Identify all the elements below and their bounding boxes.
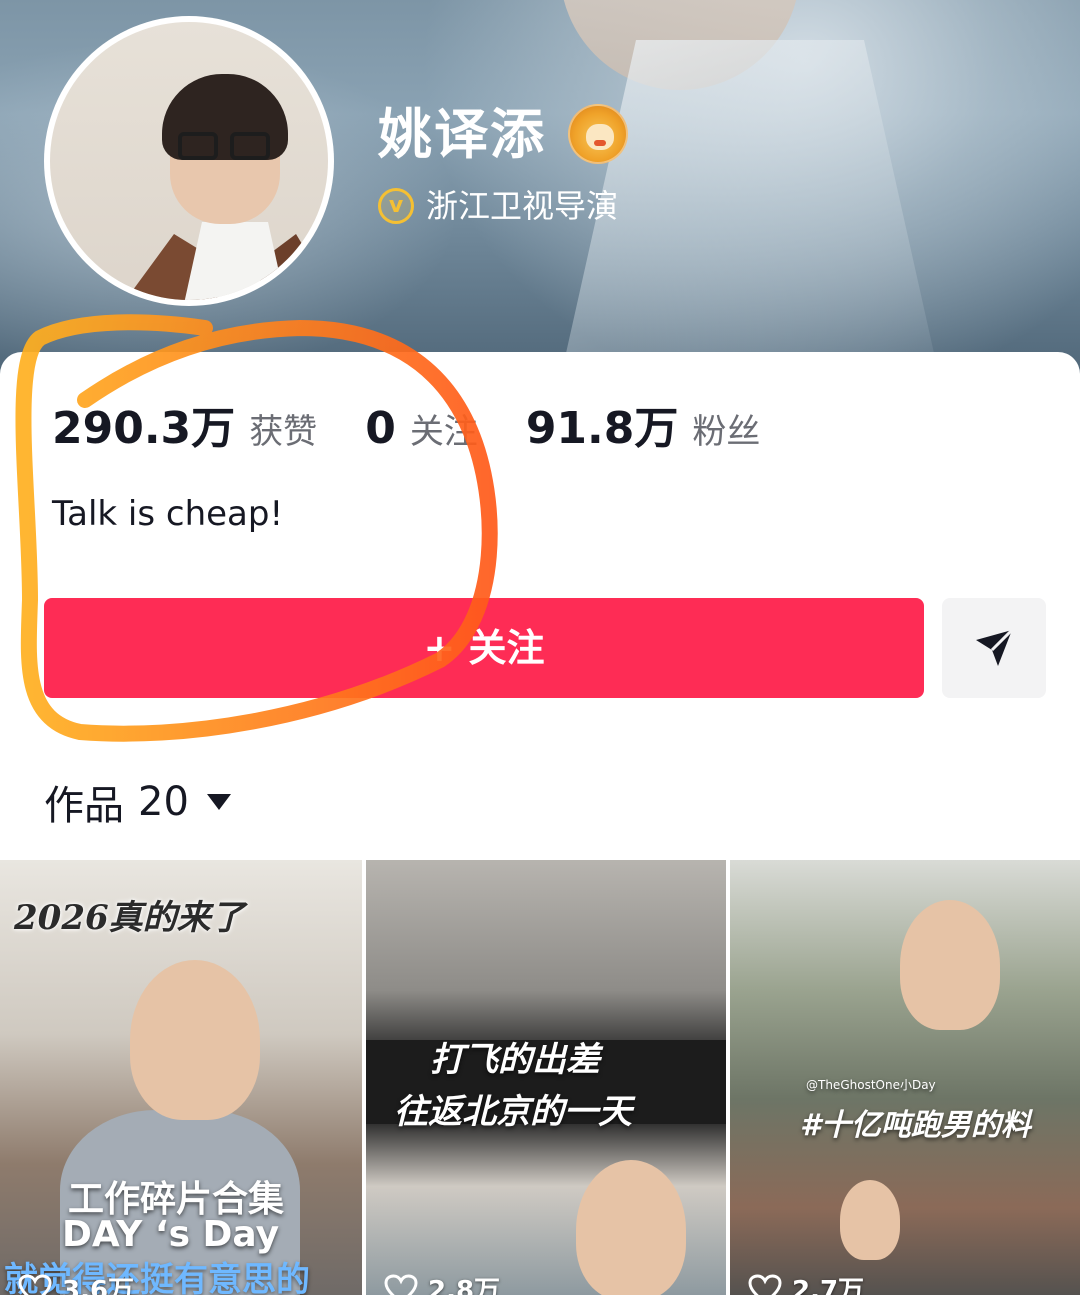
video-tile[interactable]: @TheGhostOne小Day #十亿吨跑男的料 2.7万 [730, 860, 1080, 1295]
profile-bio: Talk is cheap! [52, 494, 284, 534]
stat-likes[interactable]: 290.3万 获赞 [52, 392, 317, 456]
like-count: 3.6万 [62, 1276, 135, 1295]
send-icon [976, 628, 1014, 666]
avatar[interactable] [44, 16, 334, 306]
video-person [900, 900, 1000, 1030]
stat-following[interactable]: 0 关注 [365, 403, 478, 454]
like-count: 2.8万 [428, 1276, 501, 1295]
verified-v-icon: v [378, 188, 414, 224]
avatar-glasses [178, 132, 274, 162]
video-top-caption: 2026真的来了 [14, 898, 245, 938]
video-tile[interactable]: 打飞的出差 往返北京的一天 2.8万 [366, 860, 726, 1295]
stat-following-value: 0 [365, 403, 396, 454]
heart-icon [748, 1273, 782, 1295]
heart-icon [384, 1273, 418, 1295]
like-count: 2.7万 [792, 1276, 865, 1295]
video-caption: #十亿吨跑男的料 [800, 1108, 1031, 1143]
caret-down-icon [206, 794, 231, 810]
video-person [130, 960, 260, 1120]
video-tile[interactable]: 2026真的来了 工作碎片合集 DAY ‘s Day 就觉得还挺有意思的 3.6… [0, 860, 362, 1295]
video-person [840, 1180, 900, 1260]
video-person [576, 1160, 686, 1295]
video-caption: 打飞的出差 [430, 1040, 600, 1080]
tab-works[interactable]: 作品 20 [44, 774, 231, 830]
video-grid: 2026真的来了 工作碎片合集 DAY ‘s Day 就觉得还挺有意思的 3.6… [0, 860, 1080, 1295]
heart-icon [18, 1273, 52, 1295]
stat-likes-value: 290.3万 [52, 403, 236, 454]
stat-following-label: 关注 [409, 412, 478, 452]
video-likes: 2.8万 [384, 1270, 500, 1295]
stat-followers-value: 91.8万 [525, 403, 679, 454]
video-handle: @TheGhostOne小Day [806, 1078, 936, 1092]
stat-followers[interactable]: 91.8万 粉丝 [526, 392, 761, 456]
follow-button[interactable]: + 关注 [44, 598, 924, 698]
stat-followers-label: 粉丝 [692, 412, 761, 452]
avatar-photo [50, 22, 328, 300]
share-button[interactable] [942, 598, 1046, 698]
works-count: 20 [138, 779, 189, 825]
video-likes: 2.7万 [748, 1270, 864, 1295]
stat-likes-label: 获赞 [249, 412, 318, 452]
works-label: 作品 [44, 783, 124, 829]
stats-row: 290.3万 获赞 0 关注 91.8万 粉丝 [52, 392, 808, 456]
video-caption: 往返北京的一天 [394, 1092, 632, 1132]
video-likes: 3.6万 [18, 1270, 134, 1295]
lion-emoji-icon [568, 104, 628, 164]
avatar-shirt [180, 222, 290, 300]
verification-text: 浙江卫视导演 [426, 187, 619, 225]
video-caption: DAY ‘s Day [62, 1214, 280, 1255]
profile-name: 姚译添 [378, 103, 546, 166]
